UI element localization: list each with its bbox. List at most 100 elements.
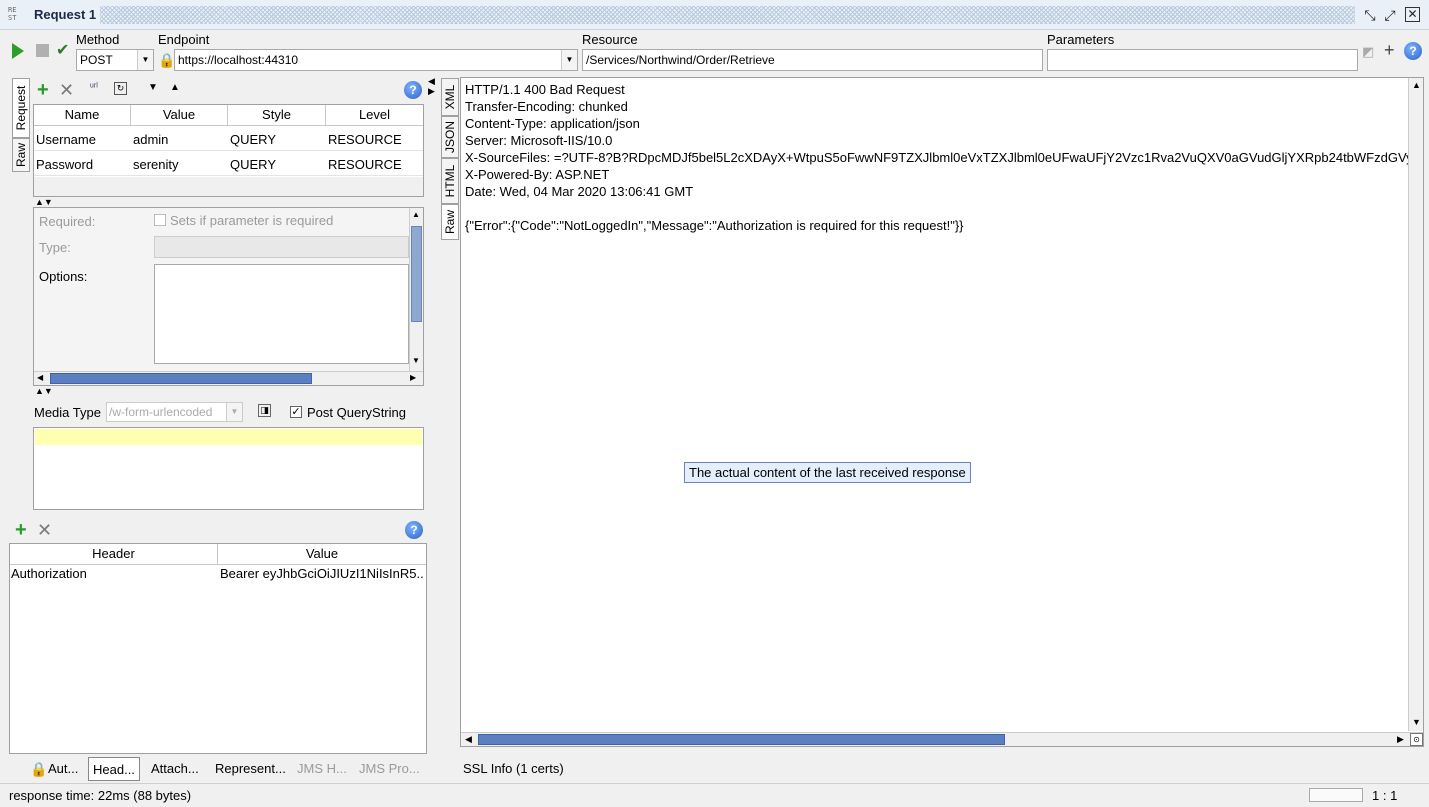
cell-header: Authorization	[11, 566, 87, 581]
tab-auth[interactable]: Aut...	[48, 757, 78, 781]
scroll-left-icon[interactable]: ◀	[37, 373, 43, 382]
response-viewer[interactable]: HTTP/1.1 400 Bad Request Transfer-Encodi…	[460, 77, 1424, 747]
scroll-right-icon[interactable]: ▶	[1397, 734, 1404, 745]
table-row[interactable]: Password serenity QUERY RESOURCE	[34, 152, 423, 176]
tab-ssl-info[interactable]: SSL Info (1 certs)	[463, 757, 564, 781]
headers-table: Header Value Authorization Bearer eyJhbG…	[9, 543, 427, 754]
tab-headers[interactable]: Head...	[88, 757, 140, 781]
col-value[interactable]: Value	[131, 105, 228, 125]
method-select[interactable]: POST ▼	[76, 49, 154, 71]
endpoint-input[interactable]: https://localhost:44310 ▼	[174, 49, 578, 71]
title-bar: RE ST Request 1 ⤡ ⤢ ✕	[0, 0, 1429, 30]
restore-icon[interactable]: ⤡	[1361, 6, 1379, 24]
parameters-input[interactable]	[1047, 49, 1358, 71]
remove-param-icon[interactable]: ✕	[59, 80, 74, 100]
table-row[interactable]: Authorization Bearer eyJhbGciOiJIUzI1NiI…	[10, 565, 426, 583]
tab-html[interactable]: HTML	[441, 158, 459, 204]
rebuild-icon[interactable]: ↻	[114, 82, 127, 95]
chevron-down-icon: ▼	[137, 50, 153, 70]
response-line: Server: Microsoft-IIS/10.0	[465, 133, 613, 148]
h-scroll-thumb[interactable]	[50, 373, 312, 384]
tab-raw-response[interactable]: Raw	[441, 204, 459, 240]
table-filler	[34, 177, 423, 196]
h-scroll-thumb[interactable]	[478, 734, 1005, 745]
tab-json-label: JSON	[443, 120, 457, 154]
scroll-left-icon[interactable]: ◀	[465, 734, 472, 745]
splitter-arrows-icon[interactable]: ▲▼	[35, 197, 53, 207]
resource-value: /Services/Northwind/Order/Retrieve	[586, 53, 775, 67]
status-progress	[1309, 788, 1363, 802]
resource-label: Resource	[582, 32, 638, 47]
url-encode-icon[interactable]: ᵘʳˡ	[90, 82, 98, 93]
splitter-arrows-icon[interactable]: ▲▼	[35, 386, 53, 396]
scroll-up-icon[interactable]: ▲	[412, 210, 420, 219]
scroll-right-icon[interactable]: ▶	[410, 373, 416, 382]
tab-request-label: Request	[14, 85, 28, 131]
horizontal-scrollbar[interactable]: ◀ ▶	[34, 371, 423, 385]
response-vertical-scrollbar[interactable]: ▲ ▼	[1408, 78, 1423, 731]
col-name[interactable]: Name	[34, 105, 131, 125]
close-icon[interactable]: ✕	[1405, 7, 1420, 22]
add-header-icon[interactable]: +	[15, 520, 27, 540]
zoom-icon[interactable]: ⊙	[1410, 733, 1423, 746]
request-body-editor[interactable]	[33, 427, 424, 510]
response-line: Content-Type: application/json	[465, 116, 640, 131]
tab-jms-headers[interactable]: JMS H...	[297, 757, 347, 781]
add-icon[interactable]: +	[1384, 40, 1395, 61]
response-line: Transfer-Encoding: chunked	[465, 99, 628, 114]
scroll-down-icon[interactable]: ▼	[1412, 717, 1421, 727]
cell-style: QUERY	[230, 132, 276, 147]
params-help-icon[interactable]: ?	[404, 81, 422, 99]
stop-icon[interactable]	[36, 44, 49, 57]
tab-jms-properties[interactable]: JMS Pro...	[359, 757, 420, 781]
type-select[interactable]	[154, 236, 409, 258]
validate-check-icon[interactable]: ✔	[56, 40, 69, 60]
media-type-select[interactable]: /w-form-urlencoded ▼	[106, 402, 243, 422]
scroll-thumb[interactable]	[411, 226, 422, 322]
required-checkbox-label: Sets if parameter is required	[170, 213, 334, 228]
response-horizontal-scrollbar[interactable]: ◀ ▶ ⊙	[461, 732, 1423, 746]
vertical-scrollbar[interactable]: ▲ ▼	[409, 208, 423, 371]
remove-header-icon[interactable]: ✕	[37, 520, 52, 540]
parameters-label: Parameters	[1047, 32, 1115, 47]
collapse-arrows-icon[interactable]: ◀ ▶	[428, 76, 435, 96]
options-textarea[interactable]	[154, 264, 409, 364]
resource-input[interactable]: /Services/Northwind/Order/Retrieve	[582, 49, 1043, 71]
tab-raw-request[interactable]: Raw	[12, 138, 30, 172]
media-type-value: /w-form-urlencoded	[109, 405, 213, 419]
cell-name: Password	[36, 157, 94, 172]
rest-logo-icon: RE ST	[8, 6, 17, 22]
tab-representations[interactable]: Represent...	[215, 757, 286, 781]
chevron-down-icon: ▼	[226, 403, 242, 421]
endpoint-label: Endpoint	[158, 32, 210, 47]
col-style[interactable]: Style	[228, 105, 326, 125]
post-querystring-label: Post QueryString	[307, 405, 406, 420]
headers-help-icon[interactable]: ?	[405, 521, 423, 539]
move-up-icon[interactable]: ▲	[170, 82, 180, 93]
move-down-icon[interactable]: ▼	[148, 82, 158, 93]
post-querystring-checkbox[interactable]: ✓	[290, 406, 302, 418]
response-line: X-Powered-By: ASP.NET	[465, 167, 610, 182]
tab-xml[interactable]: XML	[441, 78, 459, 116]
run-icon[interactable]	[12, 43, 24, 59]
help-icon[interactable]: ?	[1404, 42, 1422, 60]
method-value: POST	[80, 53, 113, 67]
col-level[interactable]: Level	[326, 105, 423, 125]
scroll-up-icon[interactable]: ▲	[1412, 80, 1421, 90]
response-line: X-SourceFiles: =?UTF-8?B?RDpcMDJf5bel5L2…	[465, 150, 1409, 165]
edit-params-icon[interactable]: ◩	[1362, 44, 1374, 60]
maximize-icon[interactable]: ⤢	[1381, 6, 1399, 24]
tab-json[interactable]: JSON	[441, 116, 459, 158]
tab-attachments[interactable]: Attach...	[151, 757, 199, 781]
scroll-down-icon[interactable]: ▼	[412, 356, 420, 365]
table-row[interactable]: Username admin QUERY RESOURCE	[34, 127, 423, 151]
endpoint-value: https://localhost:44310	[178, 53, 299, 67]
tab-request[interactable]: Request	[12, 78, 30, 138]
add-param-icon[interactable]: +	[37, 80, 49, 100]
required-checkbox[interactable]	[154, 214, 166, 226]
chevron-down-icon[interactable]: ▼	[561, 50, 577, 70]
col-header-value[interactable]: Value	[218, 544, 426, 564]
col-header[interactable]: Header	[10, 544, 218, 564]
media-options-icon[interactable]: ◨	[258, 404, 271, 417]
title-bar-hatch	[100, 6, 1355, 24]
